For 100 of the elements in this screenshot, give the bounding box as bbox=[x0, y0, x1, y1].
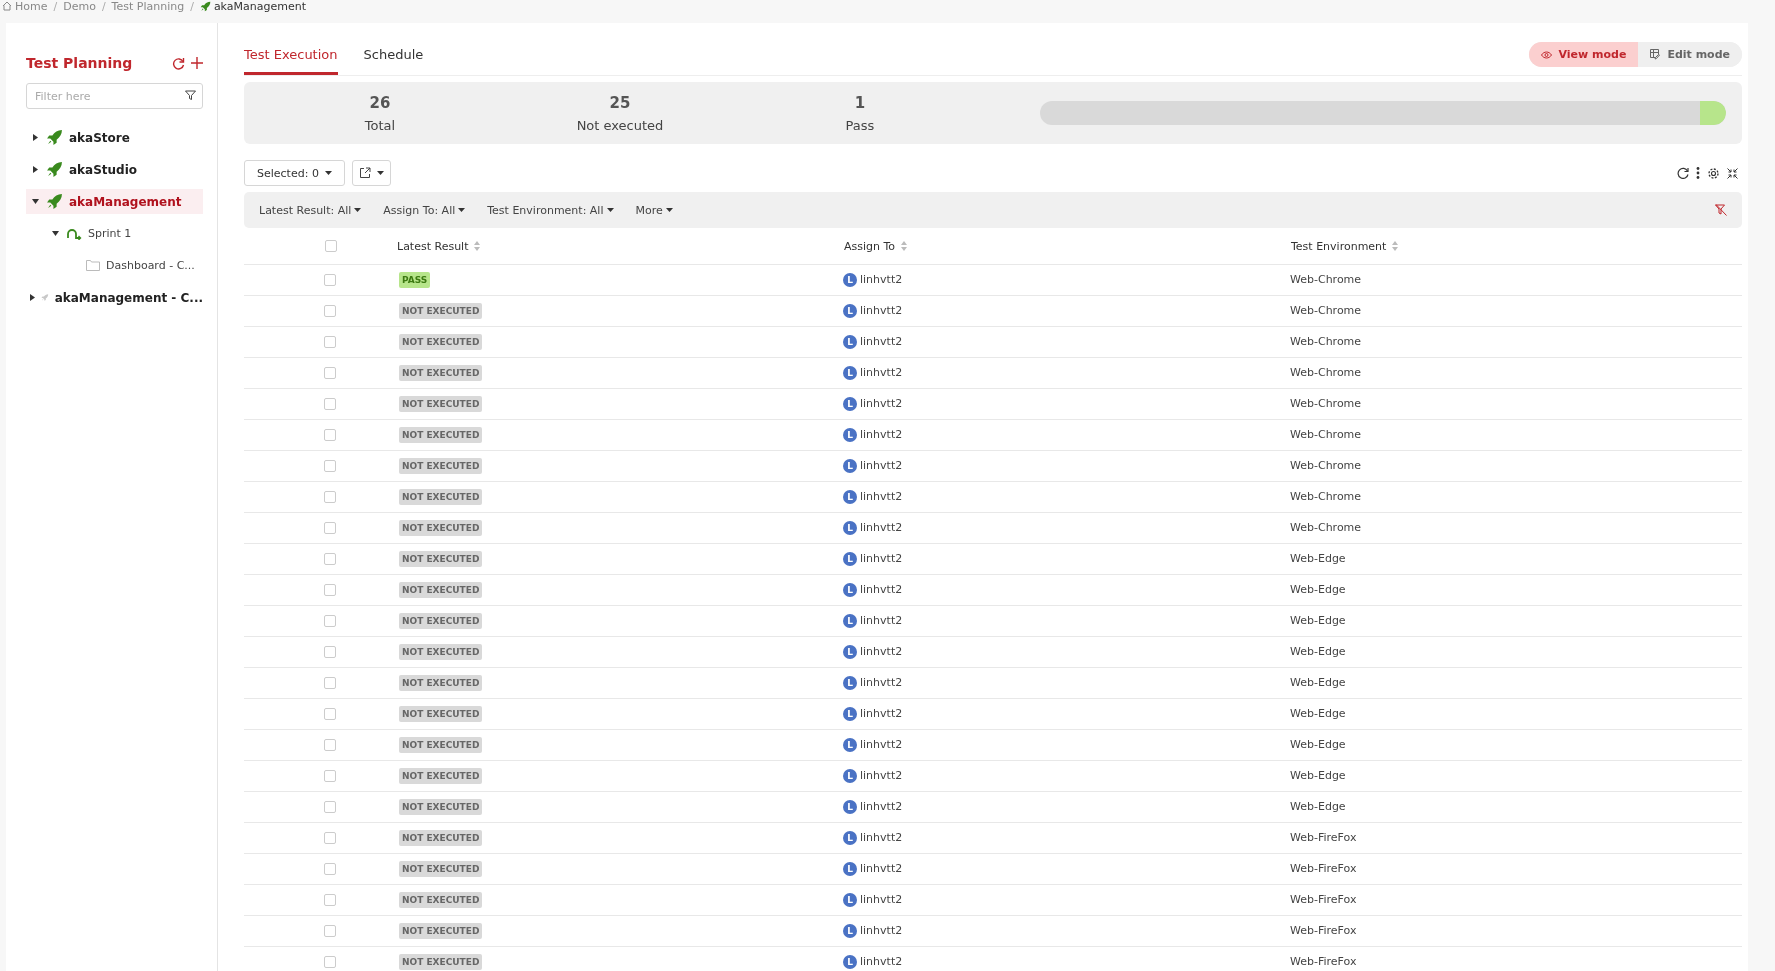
result-tag: NOT EXECUTED bbox=[399, 644, 483, 660]
eye-icon bbox=[1541, 50, 1553, 59]
filter-icon[interactable] bbox=[185, 90, 196, 101]
tree-item[interactable]: akaManagement bbox=[26, 189, 203, 214]
assignee-name: linhvtt2 bbox=[860, 676, 903, 690]
row-checkbox[interactable] bbox=[324, 429, 336, 441]
select-all-checkbox[interactable] bbox=[325, 240, 337, 252]
sort-icon[interactable] bbox=[474, 241, 481, 251]
avatar: L bbox=[843, 645, 857, 659]
caret-icon[interactable] bbox=[51, 231, 59, 236]
assignee-name: linhvtt2 bbox=[860, 335, 903, 349]
row-checkbox[interactable] bbox=[324, 770, 336, 782]
avatar: L bbox=[843, 738, 857, 752]
row-checkbox[interactable] bbox=[324, 584, 336, 596]
row-checkbox[interactable] bbox=[324, 336, 336, 348]
more-icon[interactable] bbox=[1696, 167, 1700, 179]
result-tag: NOT EXECUTED bbox=[399, 675, 483, 691]
tree-item[interactable]: akaManagement - C... bbox=[26, 285, 203, 310]
caret-icon bbox=[665, 208, 673, 212]
row-checkbox[interactable] bbox=[324, 367, 336, 379]
filter-dropdown[interactable]: More bbox=[635, 203, 673, 217]
row-checkbox[interactable] bbox=[324, 615, 336, 627]
row-checkbox[interactable] bbox=[324, 832, 336, 844]
avatar: L bbox=[843, 831, 857, 845]
assignee-name: linhvtt2 bbox=[860, 614, 903, 628]
row-checkbox[interactable] bbox=[324, 460, 336, 472]
assignee-name: linhvtt2 bbox=[860, 955, 903, 969]
settings-icon[interactable] bbox=[1707, 166, 1720, 180]
breadcrumb-link[interactable]: akaManagement bbox=[199, 0, 306, 13]
refresh-icon[interactable] bbox=[172, 56, 185, 70]
mode-toggle[interactable]: View mode bbox=[1529, 42, 1639, 67]
environment-text: Web-FireFox bbox=[1290, 924, 1357, 937]
row-checkbox[interactable] bbox=[324, 739, 336, 751]
result-tag: PASS bbox=[399, 272, 431, 288]
rocket-icon bbox=[46, 161, 63, 178]
row-checkbox[interactable] bbox=[324, 801, 336, 813]
column-header[interactable]: Test Environment bbox=[1291, 239, 1387, 253]
row-checkbox[interactable] bbox=[324, 925, 336, 937]
tab[interactable]: Schedule bbox=[363, 41, 424, 75]
tree-item[interactable]: Dashboard - C... bbox=[66, 253, 203, 278]
folder-icon bbox=[86, 260, 100, 271]
row-checkbox[interactable] bbox=[324, 553, 336, 565]
assignee-name: linhvtt2 bbox=[860, 428, 903, 442]
export-dropdown[interactable] bbox=[351, 160, 391, 186]
caret-icon[interactable] bbox=[32, 166, 38, 173]
assignee-name: linhvtt2 bbox=[860, 397, 903, 411]
environment-text: Web-Edge bbox=[1290, 769, 1346, 782]
caret-icon[interactable] bbox=[32, 134, 38, 141]
result-tag: NOT EXECUTED bbox=[399, 303, 483, 319]
add-icon[interactable] bbox=[191, 56, 203, 69]
avatar: L bbox=[843, 335, 857, 349]
tab[interactable]: Test Execution bbox=[244, 41, 338, 75]
breadcrumb-separator: / bbox=[190, 0, 194, 13]
avatar: L bbox=[843, 707, 857, 721]
result-tag: NOT EXECUTED bbox=[399, 830, 483, 846]
row-checkbox[interactable] bbox=[324, 677, 336, 689]
collapse-icon[interactable] bbox=[1727, 167, 1738, 179]
caret-icon[interactable] bbox=[31, 199, 39, 204]
tree-item[interactable]: akaStore bbox=[26, 125, 203, 150]
stat-value: 25 bbox=[609, 93, 631, 112]
filter-dropdown[interactable]: Test Environment: All bbox=[487, 203, 614, 217]
environment-text: Web-Edge bbox=[1290, 583, 1346, 596]
row-checkbox[interactable] bbox=[324, 956, 336, 968]
column-header[interactable]: Assign To bbox=[844, 239, 896, 253]
assignee-name: linhvtt2 bbox=[860, 893, 903, 907]
environment-text: Web-Chrome bbox=[1290, 304, 1362, 317]
filter-field[interactable]: Filter here bbox=[26, 83, 203, 109]
result-tag: NOT EXECUTED bbox=[399, 551, 483, 567]
tree-item[interactable]: akaStudio bbox=[26, 157, 203, 182]
assignee-name: linhvtt2 bbox=[860, 521, 903, 535]
row-checkbox[interactable] bbox=[324, 398, 336, 410]
refresh-icon[interactable] bbox=[1677, 167, 1689, 179]
row-checkbox[interactable] bbox=[324, 646, 336, 658]
result-tag: NOT EXECUTED bbox=[399, 458, 483, 474]
row-checkbox[interactable] bbox=[324, 708, 336, 720]
row-checkbox[interactable] bbox=[324, 305, 336, 317]
filter-dropdown[interactable]: Latest Result: All bbox=[259, 203, 362, 217]
clear-filter-icon[interactable] bbox=[1715, 204, 1727, 216]
assignee-name: linhvtt2 bbox=[860, 552, 903, 566]
row-checkbox[interactable] bbox=[324, 274, 336, 286]
result-tag: NOT EXECUTED bbox=[399, 768, 483, 784]
assignee-name: linhvtt2 bbox=[860, 273, 903, 287]
result-tag: NOT EXECUTED bbox=[399, 582, 483, 598]
filter-dropdown[interactable]: Assign To: All bbox=[383, 203, 466, 217]
export-icon bbox=[358, 167, 371, 179]
avatar: L bbox=[843, 490, 857, 504]
environment-text: Web-Chrome bbox=[1290, 521, 1362, 534]
row-checkbox[interactable] bbox=[324, 491, 336, 503]
sort-icon[interactable] bbox=[901, 241, 908, 251]
breadcrumb-link[interactable]: Demo bbox=[63, 0, 96, 13]
sort-icon[interactable] bbox=[1392, 241, 1399, 251]
caret-icon[interactable] bbox=[30, 294, 35, 301]
assignee-name: linhvtt2 bbox=[860, 645, 903, 659]
tree-item[interactable]: Sprint 1 bbox=[46, 221, 203, 246]
row-checkbox[interactable] bbox=[324, 522, 336, 534]
column-header[interactable]: Latest Result bbox=[397, 239, 469, 253]
selected-dropdown[interactable]: Selected: 0 bbox=[244, 160, 345, 186]
row-checkbox[interactable] bbox=[324, 894, 336, 906]
avatar: L bbox=[843, 273, 857, 287]
row-checkbox[interactable] bbox=[324, 863, 336, 875]
